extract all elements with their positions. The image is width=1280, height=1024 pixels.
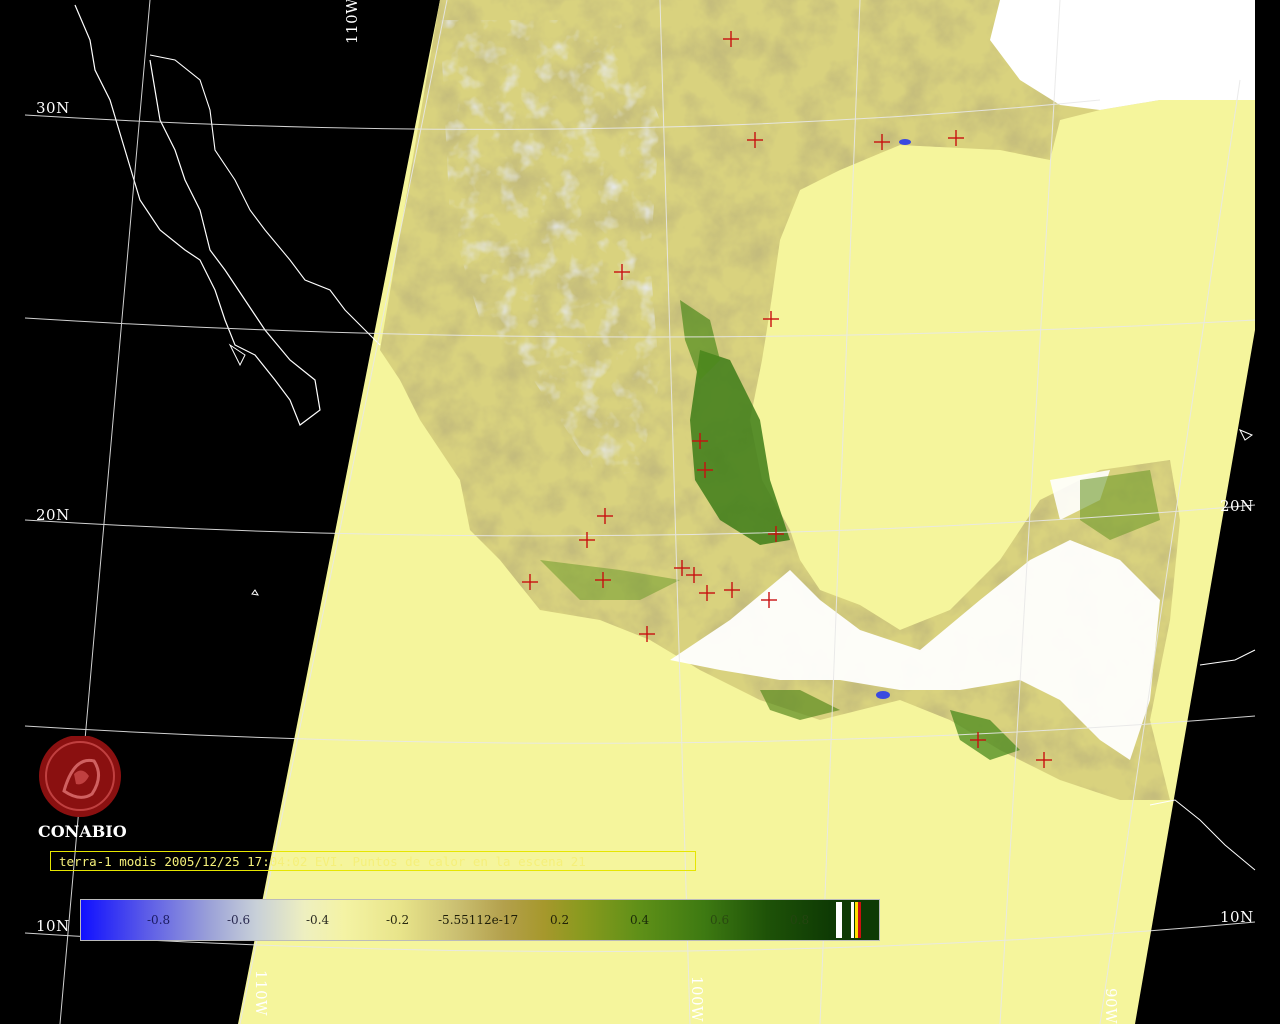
lon-label-90w-bottom: 90W xyxy=(1102,988,1120,1024)
colorbar-tick: -0.6 xyxy=(227,913,251,927)
colorbar-tick: -0.8 xyxy=(147,913,171,927)
evi-colorbar: -0.8 -0.6 -0.4 -0.2 -5.55112e-17 0.2 0.4… xyxy=(80,899,880,941)
colorbar-white-band-2 xyxy=(851,902,854,938)
colorbar-tick: -5.55112e-17 xyxy=(438,913,519,927)
lat-label-10n-right: 10N xyxy=(1220,908,1254,926)
lat-label-30n-left: 30N xyxy=(36,99,70,117)
colorbar-tick: -0.2 xyxy=(386,913,410,927)
colorbar-red-band xyxy=(858,902,861,938)
image-caption: terra-1 modis 2005/12/25 17:04:02 EVI. P… xyxy=(50,851,696,871)
colorbar-tick: 0.4 xyxy=(630,913,650,927)
conabio-name: CONABIO xyxy=(38,822,127,841)
colorbar-tick: -0.4 xyxy=(306,913,330,927)
lat-label-20n-right: 20N xyxy=(1220,497,1254,515)
colorbar-tick: 0.6 xyxy=(710,913,730,927)
baja-california-coastline xyxy=(74,4,321,426)
colorbar-tick: 0.2 xyxy=(550,913,570,927)
colorbar-white-band xyxy=(836,902,842,938)
conabio-logo-icon xyxy=(39,736,121,817)
colorbar-tick: 0.8 xyxy=(790,913,810,927)
lat-label-10n-left: 10N xyxy=(36,917,70,935)
lon-label-100w-bottom: 100W xyxy=(688,976,706,1023)
lon-label-110w-top: 110W xyxy=(343,0,361,44)
lon-label-110w-bottom: 110W xyxy=(252,970,270,1017)
lat-label-20n-left: 20N xyxy=(36,506,70,524)
